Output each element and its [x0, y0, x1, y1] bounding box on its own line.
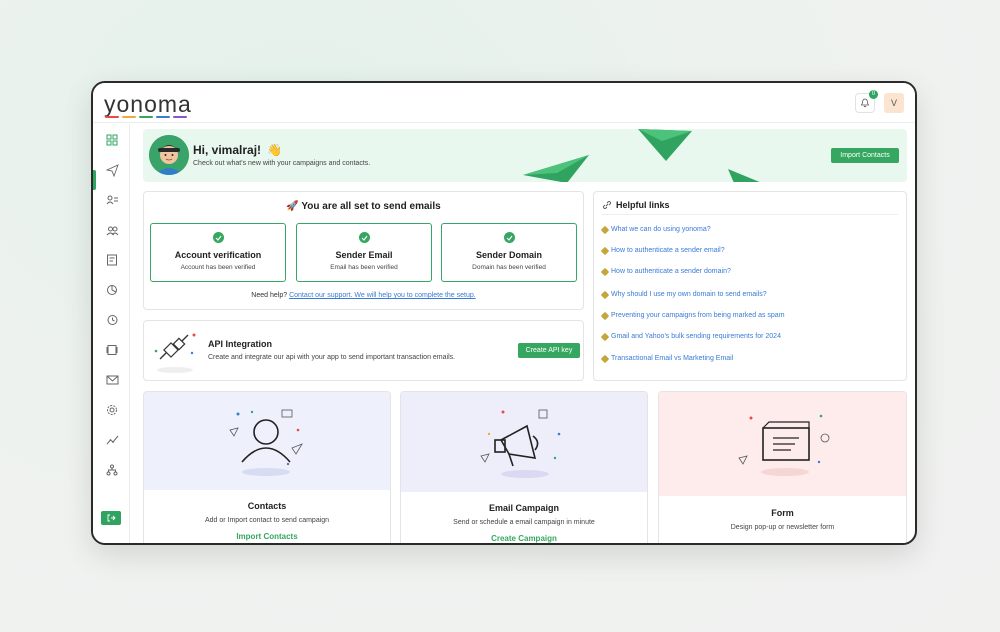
import-contacts-link[interactable]: Import Contacts — [144, 532, 390, 541]
check-icon — [504, 232, 515, 243]
feature-subtitle: Add or Import contact to send campaign — [204, 517, 330, 524]
sidebar — [93, 124, 130, 543]
setup-status-title: 🚀 You are all set to send emails — [286, 201, 441, 212]
hierarchy-icon[interactable] — [104, 462, 120, 478]
create-api-key-button[interactable]: Create API key — [518, 343, 580, 358]
media-icon[interactable] — [104, 342, 120, 358]
bullet-icon — [600, 311, 610, 320]
logout-icon — [107, 514, 116, 522]
form-feature-card[interactable]: Form Design pop-up or newsletter form — [658, 391, 907, 543]
contacts-person-icon — [229, 409, 303, 476]
helpful-links-card: Helpful links What we can do using yonom… — [593, 191, 907, 381]
email-campaign-feature-card[interactable]: Email Campaign Send or schedule a email … — [400, 391, 648, 543]
bullet-icon — [600, 290, 610, 299]
import-contacts-button[interactable]: Import Contacts — [831, 148, 899, 163]
verification-status: Domain has been verified — [472, 264, 546, 271]
feature-title: Email Campaign — [488, 503, 560, 513]
sender-email-box: Sender Email Email has been verified — [296, 223, 432, 282]
contact-support-link[interactable]: Contact our support. We will help you to… — [289, 292, 476, 299]
user-character-avatar — [149, 135, 189, 175]
helpful-link[interactable]: Gmail and Yahoo's bulk sending requireme… — [600, 332, 781, 341]
megaphone-icon — [480, 409, 561, 478]
wave-emoji: 👋 — [267, 143, 282, 157]
contacts-list-icon[interactable] — [104, 192, 120, 208]
helpful-link[interactable]: Why should I use my own domain to send e… — [600, 290, 767, 299]
templates-icon[interactable] — [104, 252, 120, 268]
logo-color-bars — [105, 116, 187, 118]
helpful-link[interactable]: Preventing your campaigns from being mar… — [600, 311, 785, 320]
paper-plane-decoration-2 — [638, 129, 692, 161]
api-subtitle: Create and integrate our api with your a… — [208, 354, 456, 361]
app-window: yonoma 0 V Hi, vimalraj! 👋 Check out wha… — [91, 81, 917, 545]
bullet-icon — [600, 332, 610, 341]
verification-title: Sender Email — [335, 250, 393, 260]
audience-icon[interactable] — [104, 222, 120, 238]
top-bar: yonoma 0 V — [93, 83, 915, 123]
plug-illustration — [154, 333, 196, 373]
bullet-icon — [600, 246, 610, 255]
greeting-subtitle: Check out what's new with your campaigns… — [193, 160, 371, 167]
divider — [602, 214, 898, 215]
bullet-icon — [600, 267, 610, 276]
verification-status: Account has been verified — [180, 264, 256, 271]
notification-badge: 0 — [869, 90, 878, 99]
link-icon — [603, 201, 611, 209]
api-title: API Integration — [208, 339, 273, 349]
user-avatar-button[interactable]: V — [884, 93, 904, 113]
growth-icon[interactable] — [104, 432, 120, 448]
paper-plane-decoration-3 — [728, 169, 760, 182]
greeting: Hi, vimalraj! 👋 — [193, 143, 282, 157]
verification-title: Account verification — [174, 250, 262, 260]
need-help-text: Need help? Contact our support. We will … — [251, 292, 476, 299]
bullet-icon — [600, 225, 610, 234]
welcome-banner: Hi, vimalraj! 👋 Check out what's new with… — [143, 129, 907, 182]
mail-icon[interactable] — [104, 372, 120, 388]
helpful-links-title: Helpful links — [602, 200, 670, 210]
feature-subtitle: Send or schedule a email campaign in min… — [453, 519, 595, 526]
api-integration-card: API Integration Create and integrate our… — [143, 320, 584, 381]
analytics-icon[interactable] — [104, 282, 120, 298]
paper-plane-decoration — [523, 155, 589, 182]
sidebar-active-indicator — [93, 170, 96, 190]
logout-button[interactable] — [101, 511, 121, 525]
send-icon[interactable] — [104, 162, 120, 178]
sender-domain-box: Sender Domain Domain has been verified — [441, 223, 577, 282]
contacts-illustration-area — [144, 392, 390, 490]
form-envelope-icon — [738, 414, 830, 476]
verification-title: Sender Domain — [475, 250, 542, 260]
yonoma-logo[interactable]: yonoma — [104, 91, 192, 118]
helpful-link[interactable]: Transactional Email vs Marketing Email — [600, 354, 733, 363]
form-illustration-area — [659, 392, 906, 496]
account-verification-box: Account verification Account has been ve… — [150, 223, 286, 282]
notification-button[interactable]: 0 — [855, 90, 878, 113]
create-campaign-link[interactable]: Create Campaign — [401, 534, 647, 543]
dashboard-icon[interactable] — [104, 132, 120, 148]
verification-status: Email has been verified — [330, 264, 398, 271]
bell-icon — [860, 98, 870, 108]
feature-title: Form — [771, 508, 794, 518]
contacts-feature-card[interactable]: Contacts Add or Import contact to send c… — [143, 391, 391, 543]
check-icon — [213, 232, 224, 243]
feature-title: Contacts — [247, 501, 287, 511]
helpful-link[interactable]: What we can do using yonoma? — [600, 225, 711, 234]
feature-subtitle: Design pop-up or newsletter form — [730, 524, 835, 531]
bullet-icon — [600, 354, 610, 363]
helpful-link[interactable]: How to authenticate a sender domain? — [600, 267, 731, 276]
check-icon — [359, 232, 370, 243]
campaign-illustration-area — [401, 392, 647, 492]
settings-icon[interactable] — [104, 402, 120, 418]
helpful-link[interactable]: How to authenticate a sender email? — [600, 246, 725, 255]
history-icon[interactable] — [104, 312, 120, 328]
setup-status-card: 🚀 You are all set to send emails Account… — [143, 191, 584, 310]
